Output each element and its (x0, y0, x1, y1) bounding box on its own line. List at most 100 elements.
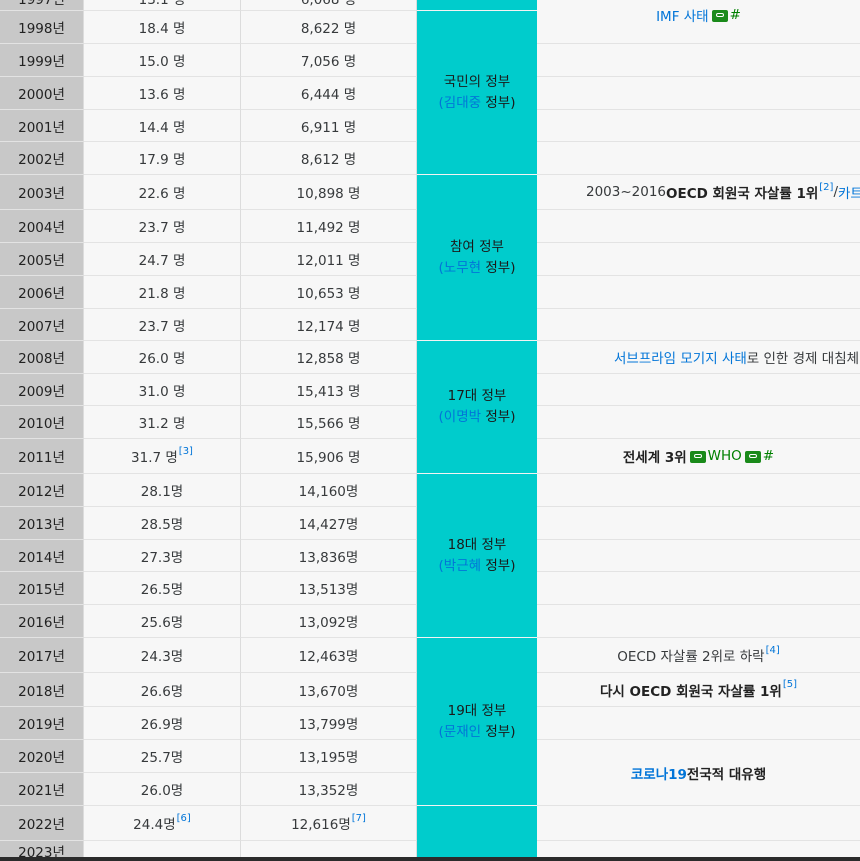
year-cell: 2021년 (0, 773, 84, 806)
year-label: 2008년 (18, 351, 65, 367)
year-label: 2009년 (18, 383, 65, 400)
government-cell: 17대 정부 (이명박 정부) (417, 341, 537, 474)
suicide-statistics-table: 1997년 13.1 명 6,068 명 1998년 18.4 명 8,622 명 1999… (0, 0, 860, 861)
rate-value: 26.6명 (140, 683, 184, 700)
government-cell: 19대 정부 (문재인 정부) (417, 638, 537, 806)
note-cell: 다시 OECD 회원국 자살률 1위 [5] (537, 673, 860, 707)
footnote-link[interactable]: [5] (783, 679, 797, 690)
year-label: 2012년 (18, 484, 65, 500)
rate-cell: 27.3명 (84, 540, 241, 572)
note-cell (537, 243, 860, 276)
rate-value: 24.3명 (140, 649, 184, 665)
rate-cell: 15.0 명 (84, 44, 241, 77)
count-cell: 12,174 명 (241, 309, 417, 341)
count-value: 12,463명 (298, 649, 359, 665)
count-value: 11,492 명 (296, 220, 361, 236)
leader-link[interactable]: 노무현 (444, 260, 481, 276)
count-cell: 6,444 명 (241, 77, 417, 110)
rate-cell: 26.0 명 (84, 341, 241, 374)
year-label: 2014년 (18, 549, 65, 566)
rate-value: 23.7 명 (138, 220, 186, 236)
rate-cell: 13.1 명 (84, 0, 241, 11)
footnote-link[interactable]: [4] (766, 645, 780, 656)
note-cell (537, 142, 860, 175)
rate-cell: 14.4 명 (84, 110, 241, 142)
covid-link[interactable]: 코로나19 (631, 763, 687, 783)
count-value: 15,906 명 (296, 450, 361, 466)
count-value: 15,413 명 (296, 383, 361, 400)
year-cell: 2013년 (0, 507, 84, 540)
footnote-link[interactable]: [3] (179, 446, 193, 457)
government-leader-line: (문재인 정부) (439, 722, 516, 743)
government-cell: 참여 정부 (노무현 정부) (417, 175, 537, 341)
leader-link[interactable]: 이명박 (444, 409, 481, 425)
rate-value: 14.4 명 (138, 119, 186, 136)
year-label: 2019년 (18, 717, 65, 733)
subprime-link[interactable]: 서브프라임 모기지 사태 (614, 347, 747, 367)
imf-link[interactable]: IMF 사태 (656, 5, 709, 25)
count-cell: 6,911 명 (241, 110, 417, 142)
government-suffix: 정부) (481, 557, 516, 574)
who-hash-link[interactable]: # (763, 448, 774, 464)
count-cell: 12,011 명 (241, 243, 417, 276)
note-cell: 2003~2016 OECD 회원국 자살률 1위[2] / 카트 (537, 175, 860, 210)
year-cell: 2002년 (0, 142, 84, 175)
year-label: 2006년 (18, 286, 65, 302)
year-label: 2002년 (18, 152, 65, 168)
note-text: OECD 자살률 2위로 하락 (617, 649, 765, 665)
government-suffix: 정부) (481, 94, 516, 111)
external-link-icon[interactable] (711, 9, 728, 22)
count-cell: 13,836명 (241, 540, 417, 572)
year-label: 2022년 (18, 817, 65, 833)
government-cell: 18대 정부 (박근혜 정부) (417, 474, 537, 638)
rate-value: 13.1 명 (138, 0, 186, 8)
count-cell: 6,068 명 (241, 0, 417, 11)
footnote-link[interactable]: [2] (819, 182, 833, 193)
year-label: 2003년 (18, 186, 65, 202)
note-cell (537, 210, 860, 243)
external-link-icon[interactable] (689, 451, 706, 463)
year-label: 2010년 (18, 416, 65, 432)
leader-link[interactable]: 김대중 (444, 95, 481, 111)
rate-cell: 23.7 명 (84, 309, 241, 341)
rate-value: 17.9 명 (138, 152, 186, 168)
external-link-icon[interactable] (744, 451, 761, 463)
rate-value: 28.1명 (140, 484, 184, 500)
year-label: 2015년 (18, 582, 65, 598)
count-cell: 13,195명 (241, 740, 417, 773)
count-cell: 15,566 명 (241, 406, 417, 439)
count-cell: 10,653 명 (241, 276, 417, 309)
count-cell: 13,513명 (241, 572, 417, 605)
year-cell: 2012년 (0, 474, 84, 507)
count-cell: 13,352명 (241, 773, 417, 806)
footnote-link[interactable]: [6] (177, 813, 191, 824)
year-cell: 2015년 (0, 572, 84, 605)
leader-link[interactable]: 문재인 (444, 724, 481, 740)
rate-value: 18.4 명 (138, 21, 186, 37)
who-link[interactable]: WHO (708, 448, 742, 464)
rate-cell: 24.3명 (84, 638, 241, 673)
footnote-link[interactable]: [7] (352, 813, 366, 824)
count-cell: 8,622 명 (241, 11, 417, 44)
leader-link[interactable]: 박근혜 (444, 558, 481, 574)
count-cell: 13,092명 (241, 605, 417, 638)
year-label: 1998년 (18, 21, 65, 37)
imf-hash-link[interactable]: # (730, 7, 741, 23)
government-name: 17대 정부 (447, 388, 507, 404)
count-cell: 12,858 명 (241, 341, 417, 374)
year-cell: 2005년 (0, 243, 84, 276)
note-link[interactable]: 카트 (838, 182, 860, 202)
count-cell: 8,612 명 (241, 142, 417, 175)
rate-value: 26.0명 (140, 783, 184, 799)
rate-cell: 18.4 명 (84, 11, 241, 44)
government-name: 19대 정부 (447, 702, 507, 719)
rate-value: 15.0 명 (138, 54, 186, 70)
note-cell (537, 540, 860, 572)
note-bold: OECD 회원국 자살률 1위 (666, 186, 819, 202)
note-cell (537, 110, 860, 142)
count-cell: 14,427명 (241, 507, 417, 540)
rate-value: 31.0 명 (138, 383, 186, 400)
rate-cell: 26.5명 (84, 572, 241, 605)
year-label: 2000년 (18, 87, 65, 103)
government-leader-line: (김대중 정부) (439, 93, 516, 114)
